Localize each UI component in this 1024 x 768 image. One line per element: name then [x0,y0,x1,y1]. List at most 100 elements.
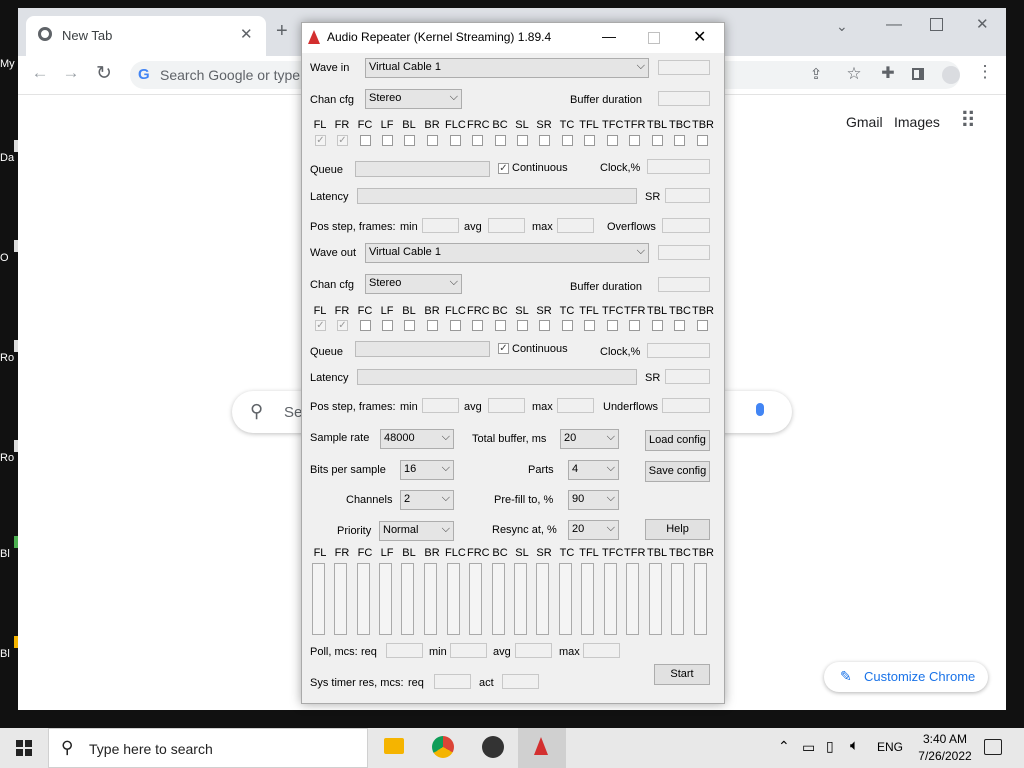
wave-out-device-select[interactable]: Virtual Cable 1 ⌵ [365,243,649,263]
wave-out-chan-cfg-select[interactable]: Stereo ⌵ [365,274,462,294]
desktop-icon[interactable]: Ro [0,340,18,364]
sample-rate-select[interactable]: 48000 ⌵ [380,429,454,449]
channels-select[interactable]: 2 ⌵ [400,490,454,510]
reload-icon[interactable]: ↻ [92,62,116,85]
new-tab-button[interactable]: + [276,21,288,41]
apps-grid-icon[interactable]: ⠿ [960,108,976,134]
resync-select[interactable]: 20 ⌵ [568,520,619,540]
wave-in-channel-checkbox[interactable] [562,135,573,146]
bits-per-sample-select[interactable]: 16 ⌵ [400,460,454,480]
wave-in-channel-checkbox[interactable] [404,135,415,146]
wave-in-channel-checkbox[interactable] [472,135,483,146]
network-icon[interactable]: ▭ [802,739,815,756]
close-window-button[interactable]: ✕ [693,27,706,47]
wave-in-channel-checkbox[interactable] [539,135,550,146]
wave-in-continuous-checkbox[interactable]: ✓ [498,163,509,174]
close-tab-icon[interactable]: ✕ [240,25,253,43]
desktop-icon[interactable]: Bl [0,536,18,560]
chrome-taskbar-icon[interactable] [432,736,454,758]
wave-in-channel-checkbox[interactable] [674,135,685,146]
wave-out-channel-checkbox[interactable] [562,320,573,331]
windows-start-icon[interactable] [16,740,32,756]
wave-out-channel-checkbox[interactable] [427,320,438,331]
maximize-button[interactable] [930,18,943,31]
wave-in-channel-checkbox[interactable] [382,135,393,146]
back-icon[interactable]: ← [28,63,52,83]
wave-in-channel-checkbox[interactable] [652,135,663,146]
wave-in-channel-checkbox[interactable] [427,135,438,146]
notifications-icon[interactable] [984,739,1002,755]
obs-taskbar-icon[interactable] [482,736,504,758]
tab-new-tab[interactable]: New Tab ✕ [26,16,266,56]
save-config-button[interactable]: Save config [645,461,710,482]
customize-chrome-label: Customize Chrome [864,669,976,684]
start-button[interactable]: Start [654,664,710,685]
wave-in-channel-checkbox[interactable] [629,135,640,146]
battery-icon[interactable]: ▯ [826,738,834,755]
desktop-icon[interactable]: Ro [0,440,18,464]
file-explorer-icon[interactable] [384,738,404,754]
images-link[interactable]: Images [894,114,940,130]
wave-out-channel-checkbox[interactable] [382,320,393,331]
gmail-link[interactable]: Gmail [846,114,883,130]
total-buffer-select[interactable]: 20 ⌵ [560,429,619,449]
parts-select[interactable]: 4 ⌵ [568,460,619,480]
wave-out-channel-checkbox[interactable] [517,320,528,331]
bookmark-star-icon[interactable]: ☆ [842,64,866,84]
desktop-icon[interactable]: Bl [0,636,18,660]
wave-in-channel-checkbox[interactable] [517,135,528,146]
wave-out-channel-checkbox[interactable] [607,320,618,331]
pencil-icon: ✎ [840,668,852,684]
wave-in-channel-checkbox[interactable] [360,135,371,146]
desktop-icon[interactable]: O [0,240,18,264]
wave-in-device-select[interactable]: Virtual Cable 1 ⌵ [365,58,649,78]
wave-out-channel-checkbox[interactable] [450,320,461,331]
wave-out-channel-checkbox[interactable] [652,320,663,331]
microphone-icon[interactable] [756,403,764,416]
taskbar-search-box[interactable]: ⚲ Type here to search [48,728,368,768]
profile-avatar-icon[interactable] [942,66,960,84]
priority-select[interactable]: Normal ⌵ [379,521,454,541]
total-buffer-label: Total buffer, ms [472,433,547,445]
extensions-icon[interactable]: ✚ [876,63,900,83]
forward-icon[interactable]: → [59,63,83,83]
chevron-up-icon[interactable]: ⌃ [778,738,790,755]
load-config-button[interactable]: Load config [645,430,710,451]
help-button[interactable]: Help [645,519,710,540]
wave-in-chan-cfg-value: Stereo [369,92,402,104]
minimize-button[interactable]: — [602,28,616,44]
meter-channel-label: SR [536,547,552,559]
chrome-menu-icon[interactable]: ⋮ [973,62,997,82]
wave-out-channel-checkbox[interactable] [360,320,371,331]
close-window-button[interactable]: ✕ [976,15,989,33]
wave-out-continuous-checkbox[interactable]: ✓ [498,343,509,354]
minimize-button[interactable]: — [886,16,902,34]
wave-in-channel-checkbox[interactable] [607,135,618,146]
wave-in-channel-checkbox[interactable] [450,135,461,146]
prefill-select[interactable]: 90 ⌵ [568,490,619,510]
wave-in-channel-checkbox[interactable] [584,135,595,146]
wave-out-channel-checkbox[interactable] [584,320,595,331]
wave-out-channel-checkbox[interactable] [539,320,550,331]
customize-chrome-button[interactable]: ✎ Customize Chrome [824,662,988,692]
desktop-icon[interactable]: My [0,58,18,70]
share-icon[interactable]: ⇪ [804,65,828,83]
wave-out-channel-checkbox[interactable] [472,320,483,331]
audio-repeater-taskbar-button[interactable] [518,728,566,768]
wave-out-channel-checkbox[interactable] [404,320,415,331]
language-indicator[interactable]: ENG [877,740,903,754]
wave-out-channel-checkbox[interactable] [697,320,708,331]
desktop-icon[interactable]: Da [0,140,18,164]
clock-time[interactable]: 3:40 AM [915,732,975,746]
volume-icon[interactable]: 🔈︎ [850,737,859,754]
wave-out-channel-checkbox[interactable] [674,320,685,331]
wave-out-channel-checkbox[interactable] [495,320,506,331]
meter-channel-label: TBL [647,547,668,559]
wave-in-chan-cfg-select[interactable]: Stereo ⌵ [365,89,462,109]
side-panel-icon[interactable] [912,68,924,80]
wave-out-channel-checkbox[interactable] [629,320,640,331]
tab-search-icon[interactable]: ⌄ [836,18,848,35]
wave-in-channel-checkbox[interactable] [495,135,506,146]
wave-in-channel-checkbox[interactable] [697,135,708,146]
clock-date[interactable]: 7/26/2022 [909,749,981,763]
